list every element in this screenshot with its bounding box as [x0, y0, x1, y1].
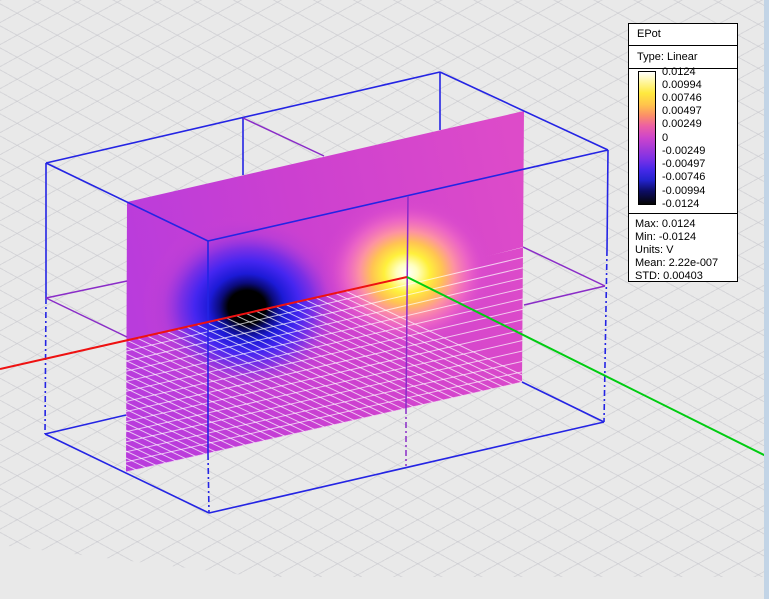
viewport-window: EPot Type: Linear 0.01240.009940.007460.… — [0, 0, 773, 599]
vslice-edge-top-face — [243, 118, 324, 156]
colorbar-tick-label: 0.00994 — [662, 79, 702, 92]
box-edge-vertical-right-upper — [607, 150, 608, 250]
colorbar-tick-label: -0.0124 — [662, 198, 699, 211]
legend-stat-line: Max: 0.0124 — [635, 218, 737, 231]
colorbar-tick-label: -0.00994 — [662, 185, 705, 198]
legend-stat-line: Mean: 2.22e-007 — [635, 257, 737, 270]
colorbar-tick-label: -0.00746 — [662, 171, 705, 184]
colorbar-tick-label: 0.00746 — [662, 92, 702, 105]
legend-statistics: Max: 0.0124Min: -0.0124Units: VMean: 2.2… — [629, 214, 737, 283]
colorbar-tick-label: 0.0124 — [662, 66, 696, 79]
colorbar-tick-label: 0.00497 — [662, 105, 702, 118]
hslice-edge-back-right — [523, 247, 605, 286]
legend-panel: EPot Type: Linear 0.01240.009940.007460.… — [628, 23, 738, 282]
window-edge-gutter — [769, 0, 773, 599]
legend-stat-line: STD: 0.00403 — [635, 270, 737, 283]
hslice-edge-front-left — [46, 298, 127, 337]
legend-colorbar-section: 0.01240.009940.007460.004970.002490-0.00… — [629, 69, 737, 214]
legend-stat-line: Min: -0.0124 — [635, 231, 737, 244]
mesh-grid-line — [0, 326, 140, 479]
box-edge-bottom-back-left — [45, 415, 126, 434]
colorbar-tick-label: -0.00249 — [662, 145, 705, 158]
colorbar-tick-label: 0 — [662, 132, 668, 145]
box-edge-vertical-right-lower-hidden — [604, 250, 607, 422]
box-edge-vertical-left-lower-hidden — [45, 298, 46, 434]
box-edge-vertical-front-lower-hidden — [208, 454, 209, 513]
box-edge-bottom-back-right — [522, 382, 604, 422]
hslice-edge-back-left — [46, 281, 127, 298]
colorbar-gradient — [638, 71, 656, 205]
legend-stat-line: Units: V — [635, 244, 737, 257]
legend-title: EPot — [629, 24, 737, 46]
colorbar-tick-label: 0.00249 — [662, 118, 702, 131]
colorbar-tick-label: -0.00497 — [662, 158, 705, 171]
hslice-edge-front-right — [524, 286, 605, 305]
